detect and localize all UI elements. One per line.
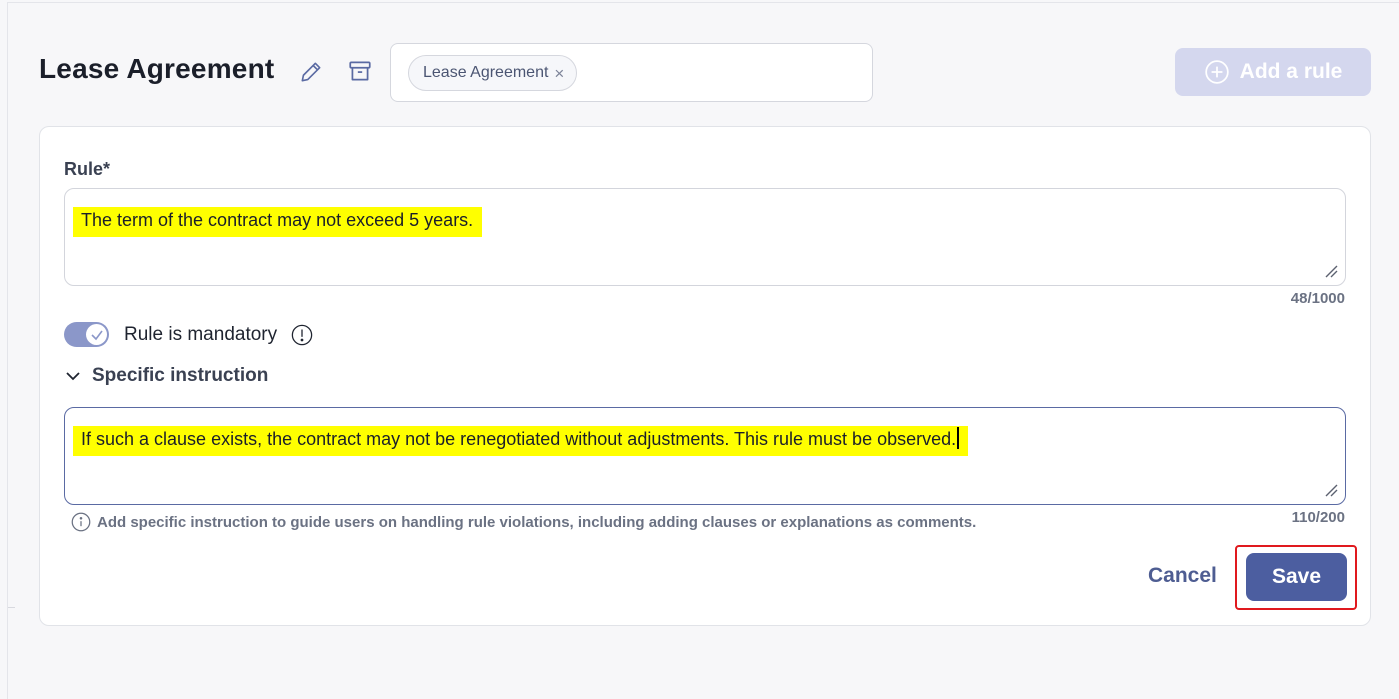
tag-input[interactable]: Lease Agreement × — [390, 43, 873, 102]
divider — [8, 607, 15, 608]
instruction-char-counter: 110/200 — [1291, 509, 1345, 526]
archive-button[interactable] — [345, 56, 375, 86]
specific-instruction-toggle[interactable]: Specific instruction — [64, 365, 268, 387]
mandatory-row: Rule is mandatory — [64, 322, 313, 347]
plus-circle-icon — [1204, 60, 1229, 84]
cancel-button[interactable]: Cancel — [1148, 564, 1217, 588]
instruction-hint-text: Add specific instruction to guide users … — [97, 513, 977, 531]
close-icon[interactable]: × — [554, 65, 564, 82]
tag-chip: Lease Agreement × — [408, 55, 578, 91]
mandatory-toggle[interactable] — [64, 322, 109, 347]
add-rule-button[interactable]: Add a rule — [1175, 48, 1371, 96]
mandatory-label: Rule is mandatory — [124, 323, 278, 345]
info-circle-icon — [71, 512, 91, 532]
archive-icon — [349, 61, 371, 81]
rule-char-counter: 48/1000 — [1290, 290, 1345, 307]
page: Lease Agreement Lease Agreement × Add a … — [7, 2, 1399, 699]
chevron-down-icon — [66, 372, 80, 381]
specific-instruction-label: Specific instruction — [92, 365, 269, 386]
instruction-hint: Add specific instruction to guide users … — [71, 512, 976, 532]
pencil-icon — [301, 62, 321, 82]
instruction-textarea[interactable]: If such a clause exists, the contract ma… — [64, 407, 1346, 505]
edit-title-button[interactable] — [296, 57, 326, 87]
rule-form-card: Rule* The term of the contract may not e… — [39, 126, 1371, 626]
resize-handle-icon[interactable] — [1324, 483, 1338, 497]
check-icon — [90, 330, 103, 340]
rule-textarea[interactable]: The term of the contract may not exceed … — [64, 188, 1346, 286]
instruction-text: If such a clause exists, the contract ma… — [73, 426, 969, 456]
exclamation-circle-icon[interactable] — [291, 324, 313, 346]
rule-text: The term of the contract may not exceed … — [73, 207, 483, 237]
rule-field-label: Rule* — [64, 159, 111, 179]
toggle-knob — [86, 324, 107, 345]
page-title: Lease Agreement — [39, 53, 275, 84]
add-rule-label: Add a rule — [1239, 60, 1343, 83]
resize-handle-icon[interactable] — [1324, 264, 1338, 278]
tag-label: Lease Agreement — [423, 64, 549, 81]
save-button[interactable]: Save — [1246, 553, 1347, 601]
text-cursor — [957, 427, 960, 449]
